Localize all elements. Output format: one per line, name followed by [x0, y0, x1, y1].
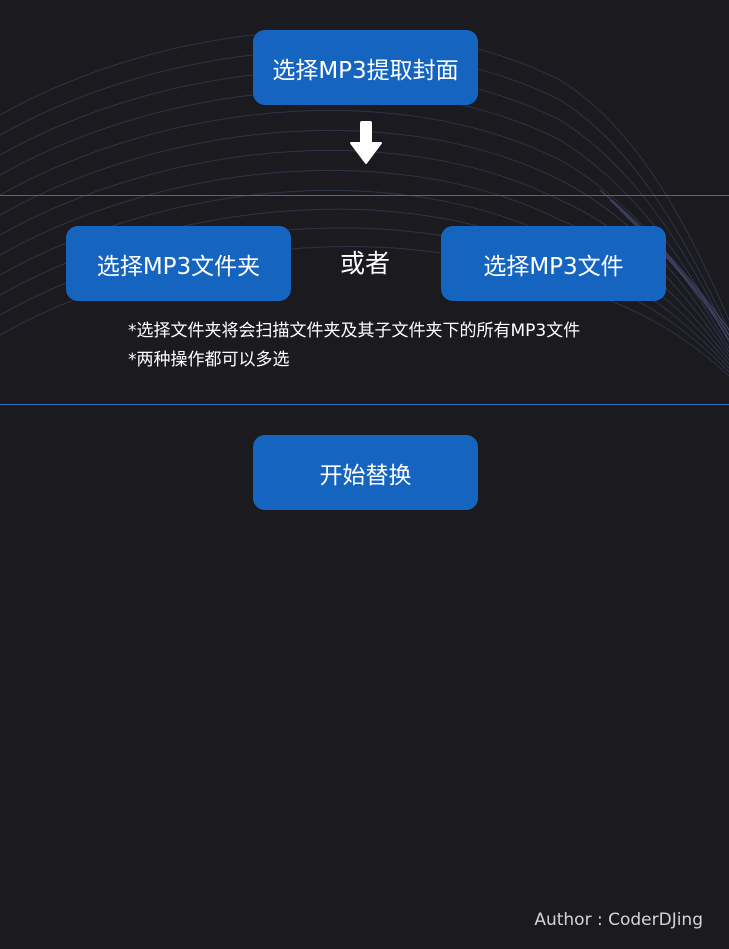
arrow-down-icon	[350, 121, 382, 164]
or-label: 或者	[339, 249, 390, 278]
start-replace-button[interactable]: 开始替换	[253, 435, 478, 510]
note-folder-scan: *选择文件夹将会扫描文件夹及其子文件夹下的所有MP3文件	[128, 321, 581, 341]
note-multi-select: *两种操作都可以多选	[128, 350, 290, 370]
select-file-button[interactable]: 选择MP3文件	[441, 226, 666, 301]
divider-bottom	[0, 404, 729, 405]
divider-top	[0, 195, 729, 196]
author-credit: Author : CoderDJing	[534, 910, 703, 930]
extract-cover-button[interactable]: 选择MP3提取封面	[253, 30, 478, 105]
hint-notes: *选择文件夹将会扫描文件夹及其子文件夹下的所有MP3文件 *两种操作都可以多选	[128, 317, 580, 375]
select-folder-button[interactable]: 选择MP3文件夹	[66, 226, 291, 301]
